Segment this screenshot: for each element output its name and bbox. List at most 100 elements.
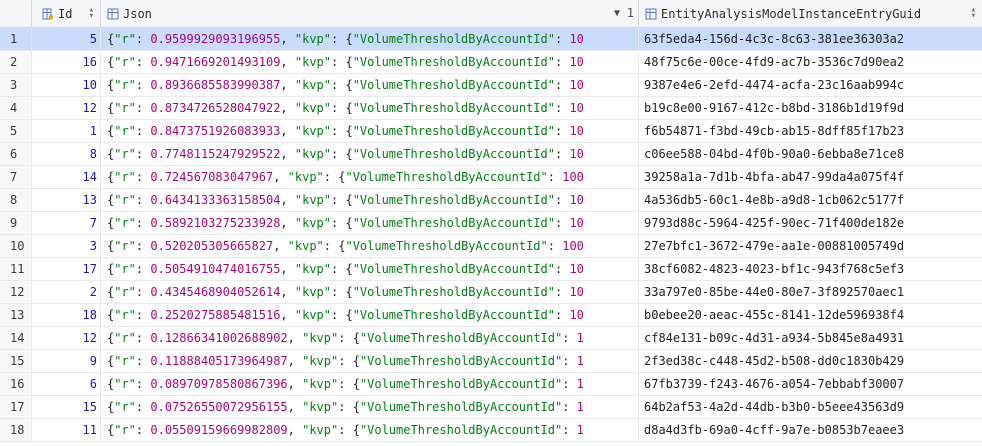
cell-id[interactable]: 13	[32, 189, 101, 211]
sort-updown-icon[interactable]: ▴ ▾	[971, 6, 976, 21]
cell-guid[interactable]: 39258a1a-7d1b-4bfa-ab47-99da4a075f4f	[639, 166, 982, 188]
cell-id[interactable]: 12	[32, 97, 101, 119]
table-row[interactable]: 16 6 {"r": 0.08970978580867396, "kvp": {"V…	[0, 373, 982, 396]
cell-json[interactable]: {"r": 0.11888405173964987, "kvp": {"Volu…	[101, 350, 639, 372]
table-row[interactable]: 14 12 {"r": 0.12866341002688902, "kvp": {"…	[0, 327, 982, 350]
row-number-header[interactable]	[0, 0, 32, 27]
cell-id[interactable]: 9	[32, 350, 101, 372]
table-row[interactable]: 11 17 {"r": 0.5054910474016755, "kvp": {"V…	[0, 258, 982, 281]
cell-id[interactable]: 11	[32, 419, 101, 441]
row-number[interactable]: 16	[0, 373, 32, 395]
cell-id[interactable]: 3	[32, 235, 101, 257]
cell-guid[interactable]: 48f75c6e-00ce-4fd9-ac7b-3536c7d90ea2	[639, 51, 982, 73]
cell-guid[interactable]: 27e7bfc1-3672-479e-aa1e-00881005749d	[639, 235, 982, 257]
row-number[interactable]: 2	[0, 51, 32, 73]
table-row[interactable]: 18 11 {"r": 0.05509159669982809, "kvp": {"…	[0, 419, 982, 442]
cell-id[interactable]: 1	[32, 120, 101, 142]
cell-guid[interactable]: b0ebee20-aeac-455c-8141-12de596938f4	[639, 304, 982, 326]
cell-json[interactable]: {"r": 0.08970978580867396, "kvp": {"Volu…	[101, 373, 639, 395]
cell-json[interactable]: {"r": 0.8936685583990387, "kvp": {"Volum…	[101, 74, 639, 96]
row-number[interactable]: 14	[0, 327, 32, 349]
table-row[interactable]: 5 1 {"r": 0.8473751926083933, "kvp": {"Vol…	[0, 120, 982, 143]
row-number[interactable]: 17	[0, 396, 32, 418]
table-row[interactable]: 2 16 {"r": 0.9471669201493109, "kvp": {"Vo…	[0, 51, 982, 74]
cell-json[interactable]: {"r": 0.2520275885481516, "kvp": {"Volum…	[101, 304, 639, 326]
sort-down-icon[interactable]: ▼	[614, 8, 620, 19]
cell-json[interactable]: {"r": 0.724567083047967, "kvp": {"Volume…	[101, 166, 639, 188]
cell-guid[interactable]: f6b54871-f3bd-49cb-ab15-8dff85f17b23	[639, 120, 982, 142]
cell-json[interactable]: {"r": 0.8734726528047922, "kvp": {"Volum…	[101, 97, 639, 119]
row-number[interactable]: 13	[0, 304, 32, 326]
sort-updown-icon[interactable]: ▴ ▾	[89, 6, 94, 21]
row-number[interactable]: 10	[0, 235, 32, 257]
cell-guid[interactable]: 33a797e0-85be-44e0-80e7-3f892570aec1	[639, 281, 982, 303]
cell-json[interactable]: {"r": 0.12866341002688902, "kvp": {"Volu…	[101, 327, 639, 349]
cell-json[interactable]: {"r": 0.520205305665827, "kvp": {"Volume…	[101, 235, 639, 257]
cell-id[interactable]: 12	[32, 327, 101, 349]
table-row[interactable]: 10 3 {"r": 0.520205305665827, "kvp": {"Vol…	[0, 235, 982, 258]
cell-id[interactable]: 14	[32, 166, 101, 188]
table-row[interactable]: 17 15 {"r": 0.07526550072956155, "kvp": {"…	[0, 396, 982, 419]
cell-id[interactable]: 16	[32, 51, 101, 73]
row-number[interactable]: 6	[0, 143, 32, 165]
cell-guid[interactable]: b19c8e00-9167-412c-b8bd-3186b1d19f9d	[639, 97, 982, 119]
cell-guid[interactable]: d8a4d3fb-69a0-4cff-9a7e-b0853b7eaee3	[639, 419, 982, 441]
cell-id[interactable]: 10	[32, 74, 101, 96]
json-key: "kvp"	[287, 239, 324, 253]
row-number[interactable]: 11	[0, 258, 32, 280]
table-row[interactable]: 3 10 {"r": 0.8936685583990387, "kvp": {"Vo…	[0, 74, 982, 97]
row-number[interactable]: 12	[0, 281, 32, 303]
cell-guid[interactable]: 9387e4e6-2efd-4474-acfa-23c16aab994c	[639, 74, 982, 96]
cell-json[interactable]: {"r": 0.9599929093196955, "kvp": {"Volum…	[101, 28, 639, 50]
cell-json[interactable]: {"r": 0.8473751926083933, "kvp": {"Volum…	[101, 120, 639, 142]
row-number[interactable]: 5	[0, 120, 32, 142]
cell-guid[interactable]: c06ee588-04bd-4f0b-90a0-6ebba8e71ce8	[639, 143, 982, 165]
cell-guid[interactable]: 38cf6082-4823-4023-bf1c-943f768c5ef3	[639, 258, 982, 280]
cell-guid[interactable]: cf84e131-b09c-4d31-a934-5b845e8a4931	[639, 327, 982, 349]
column-header-json[interactable]: Json ▼ 1	[101, 0, 639, 27]
cell-json[interactable]: {"r": 0.9471669201493109, "kvp": {"Volum…	[101, 51, 639, 73]
row-number[interactable]: 18	[0, 419, 32, 441]
cell-guid[interactable]: 2f3ed38c-c448-45d2-b508-dd0c1830b429	[639, 350, 982, 372]
cell-json[interactable]: {"r": 0.07526550072956155, "kvp": {"Volu…	[101, 396, 639, 418]
table-row[interactable]: 8 13 {"r": 0.6434133363158504, "kvp": {"Vo…	[0, 189, 982, 212]
row-number[interactable]: 7	[0, 166, 32, 188]
cell-id[interactable]: 17	[32, 258, 101, 280]
row-number[interactable]: 15	[0, 350, 32, 372]
table-row[interactable]: 6 8 {"r": 0.7748115247929522, "kvp": {"Vol…	[0, 143, 982, 166]
cell-id[interactable]: 7	[32, 212, 101, 234]
cell-id[interactable]: 6	[32, 373, 101, 395]
column-header-guid[interactable]: EntityAnalysisModelInstanceEntryGuid ▴ ▾	[639, 0, 982, 27]
cell-json[interactable]: {"r": 0.5892103275233928, "kvp": {"Volum…	[101, 212, 639, 234]
table-row[interactable]: 1 5 {"r": 0.9599929093196955, "kvp": {"Vol…	[0, 28, 982, 51]
cell-json[interactable]: {"r": 0.5054910474016755, "kvp": {"Volum…	[101, 258, 639, 280]
table-row[interactable]: 4 12 {"r": 0.8734726528047922, "kvp": {"Vo…	[0, 97, 982, 120]
cell-json[interactable]: {"r": 0.05509159669982809, "kvp": {"Volu…	[101, 419, 639, 441]
table-row[interactable]: 7 14 {"r": 0.724567083047967, "kvp": {"Vol…	[0, 166, 982, 189]
table-row[interactable]: 13 18 {"r": 0.2520275885481516, "kvp": {"V…	[0, 304, 982, 327]
table-row[interactable]: 15 9 {"r": 0.11888405173964987, "kvp": {"V…	[0, 350, 982, 373]
table-row[interactable]: 9 7 {"r": 0.5892103275233928, "kvp": {"Vol…	[0, 212, 982, 235]
cell-guid[interactable]: 9793d88c-5964-425f-90ec-71f400de182e	[639, 212, 982, 234]
row-number[interactable]: 4	[0, 97, 32, 119]
cell-json[interactable]: {"r": 0.4345468904052614, "kvp": {"Volum…	[101, 281, 639, 303]
cell-id[interactable]: 2	[32, 281, 101, 303]
cell-id[interactable]: 5	[32, 28, 101, 50]
cell-id[interactable]: 15	[32, 396, 101, 418]
row-number[interactable]: 3	[0, 74, 32, 96]
cell-guid[interactable]: 64b2af53-4a2d-44db-b3b0-b5eee43563d9	[639, 396, 982, 418]
cell-guid[interactable]: 63f5eda4-156d-4c3c-8c63-381ee36303a2	[639, 28, 982, 50]
table-row[interactable]: 12 2 {"r": 0.4345468904052614, "kvp": {"Vo…	[0, 281, 982, 304]
row-number[interactable]: 1	[0, 28, 32, 50]
cell-json[interactable]: {"r": 0.6434133363158504, "kvp": {"Volum…	[101, 189, 639, 211]
json-r-value: 0.12866341002688902	[150, 331, 288, 345]
row-number[interactable]: 8	[0, 189, 32, 211]
cell-guid[interactable]: 67fb3739-f243-4676-a054-7ebbabf30007	[639, 373, 982, 395]
json-key: "VolumeThresholdByAccountId"	[359, 423, 563, 437]
cell-id[interactable]: 18	[32, 304, 101, 326]
row-number[interactable]: 9	[0, 212, 32, 234]
cell-json[interactable]: {"r": 0.7748115247929522, "kvp": {"Volum…	[101, 143, 639, 165]
cell-guid[interactable]: 4a536db5-60c1-4e8b-a9d8-1cb062c5177f	[639, 189, 982, 211]
column-header-id[interactable]: Id ▴ ▾	[32, 0, 101, 27]
cell-id[interactable]: 8	[32, 143, 101, 165]
